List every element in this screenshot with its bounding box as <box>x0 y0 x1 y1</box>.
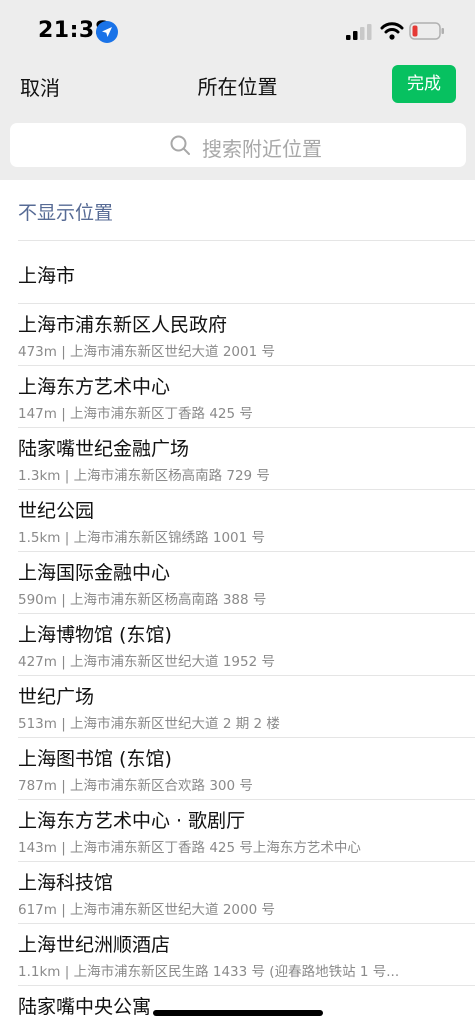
place-item[interactable]: 上海东方艺术中心 · 歌剧厅 143m | 上海市浦东新区丁香路 425 号上海… <box>0 800 475 862</box>
city-option[interactable]: 上海市 <box>0 241 475 303</box>
navigation-bar: 取消 所在位置 完成 <box>0 60 475 110</box>
place-detail: 147m | 上海市浦东新区丁香路 425 号 <box>18 406 253 422</box>
search-icon <box>170 135 190 155</box>
place-item[interactable]: 上海世纪洲顺酒店 1.1km | 上海市浦东新区民生路 1433 号 (迎春路地… <box>0 924 475 986</box>
place-detail: 590m | 上海市浦东新区杨高南路 388 号 <box>18 592 267 608</box>
place-name: 上海科技馆 <box>18 872 114 894</box>
hide-location-option[interactable]: 不显示位置 <box>18 198 113 225</box>
place-detail: 787m | 上海市浦东新区合欢路 300 号 <box>18 778 253 794</box>
search-placeholder: 搜索附近位置 <box>202 137 322 161</box>
place-item[interactable]: 上海东方艺术中心 147m | 上海市浦东新区丁香路 425 号 <box>0 366 475 428</box>
place-item[interactable]: 上海市浦东新区人民政府 473m | 上海市浦东新区世纪大道 2001 号 <box>0 304 475 366</box>
wifi-icon <box>380 22 404 40</box>
place-item[interactable]: 上海科技馆 617m | 上海市浦东新区世纪大道 2000 号 <box>0 862 475 924</box>
place-name: 陆家嘴世纪金融广场 <box>18 438 190 460</box>
place-name: 上海博物馆 (东馆) <box>18 624 172 646</box>
place-name: 上海国际金融中心 <box>18 562 171 584</box>
place-detail: 473m | 上海市浦东新区世纪大道 2001 号 <box>18 344 275 360</box>
place-name: 世纪广场 <box>18 686 95 708</box>
place-name: 陆家嘴中央公寓 <box>18 996 152 1018</box>
place-item[interactable]: 世纪公园 1.5km | 上海市浦东新区锦绣路 1001 号 <box>0 490 475 552</box>
place-item[interactable]: 陆家嘴中央公寓 <box>0 986 475 1028</box>
place-name: 世纪公园 <box>18 500 95 522</box>
place-detail: 1.3km | 上海市浦东新区杨高南路 729 号 <box>18 468 270 484</box>
place-item[interactable]: 上海图书馆 (东馆) 787m | 上海市浦东新区合欢路 300 号 <box>0 738 475 800</box>
home-indicator[interactable] <box>153 1010 323 1016</box>
place-name: 上海东方艺术中心 <box>18 376 171 398</box>
place-name: 上海世纪洲顺酒店 <box>18 934 171 956</box>
status-bar: 21:38 <box>0 0 475 60</box>
place-detail: 513m | 上海市浦东新区世纪大道 2 期 2 楼 <box>18 716 280 732</box>
place-name: 上海东方艺术中心 · 歌剧厅 <box>18 810 246 832</box>
done-button[interactable]: 完成 <box>392 65 456 103</box>
place-detail: 617m | 上海市浦东新区世纪大道 2000 号 <box>18 902 275 918</box>
place-name: 上海市浦东新区人民政府 <box>18 314 228 336</box>
city-label: 上海市 <box>18 265 76 287</box>
place-item[interactable]: 上海国际金融中心 590m | 上海市浦东新区杨高南路 388 号 <box>0 552 475 614</box>
search-input[interactable]: 搜索附近位置 <box>10 123 466 167</box>
place-detail: 143m | 上海市浦东新区丁香路 425 号上海东方艺术中心 <box>18 840 361 856</box>
place-item[interactable]: 世纪广场 513m | 上海市浦东新区世纪大道 2 期 2 楼 <box>0 676 475 738</box>
place-item[interactable]: 上海博物馆 (东馆) 427m | 上海市浦东新区世纪大道 1952 号 <box>0 614 475 676</box>
cellular-signal-icon <box>346 24 372 40</box>
place-detail: 1.5km | 上海市浦东新区锦绣路 1001 号 <box>18 530 266 546</box>
place-detail: 1.1km | 上海市浦东新区民生路 1433 号 (迎春路地铁站 1 号... <box>18 964 400 980</box>
place-name: 上海图书馆 (东馆) <box>18 748 172 770</box>
place-item[interactable]: 陆家嘴世纪金融广场 1.3km | 上海市浦东新区杨高南路 729 号 <box>0 428 475 490</box>
place-detail: 427m | 上海市浦东新区世纪大道 1952 号 <box>18 654 275 670</box>
battery-low-icon <box>409 22 444 40</box>
location-services-icon <box>96 21 118 43</box>
